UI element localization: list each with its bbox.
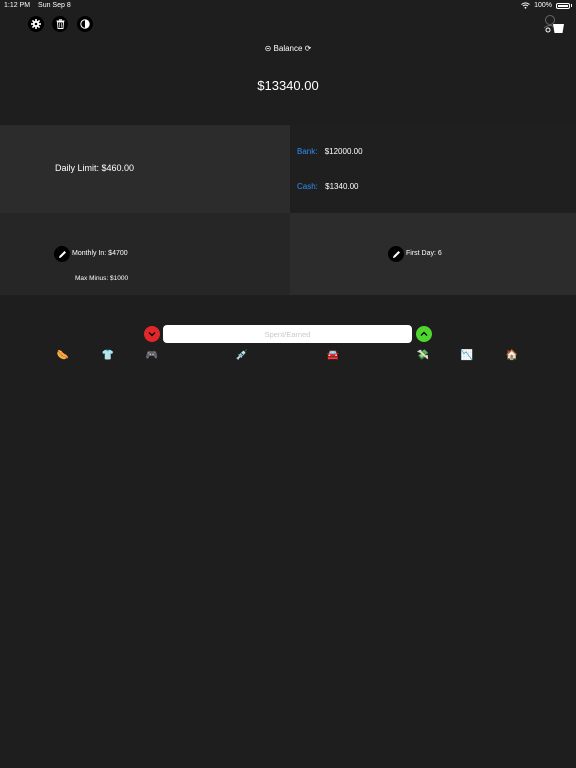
status-time: 1:12 PM	[4, 2, 31, 9]
amount-input[interactable]	[163, 325, 412, 343]
trash-icon[interactable]	[52, 16, 68, 32]
max-minus-text: Max Minus: $1000	[75, 275, 129, 282]
category-health-icon[interactable]: 💉	[235, 348, 249, 362]
gear-icon[interactable]	[28, 16, 44, 32]
entry-row	[0, 325, 576, 343]
status-bar: 1:12 PM Sun Sep 8 100%	[0, 0, 576, 12]
bank-value: $12000.00	[324, 147, 363, 156]
edit-monthly-pencil-icon[interactable]	[54, 246, 70, 262]
contrast-icon[interactable]	[77, 16, 93, 32]
chevron-down-icon	[148, 332, 156, 337]
wifi-icon	[521, 2, 530, 9]
edit-first-day-pencil-icon[interactable]	[388, 246, 404, 262]
balance-value: $13340.00	[257, 78, 319, 93]
category-food-icon[interactable]: 🌭	[56, 348, 70, 362]
category-bar: 🌭 👕 🎮 💉 🚘 💸 📉 🏠	[0, 348, 576, 370]
status-right: 100%	[521, 2, 572, 9]
status-left: 1:12 PM Sun Sep 8	[4, 2, 77, 9]
first-day-panel: First Day: 6	[290, 213, 576, 295]
cart-person-icon[interactable]	[542, 14, 566, 36]
monthly-in-text: Monthly In: $4700	[72, 250, 128, 257]
status-date: Sun Sep 8	[38, 2, 71, 9]
category-money-icon[interactable]: 💸	[416, 348, 430, 362]
chevron-up-icon	[420, 331, 428, 336]
cash-row[interactable]: Cash: $1340.00	[297, 182, 359, 191]
category-stats-icon[interactable]: 📉	[460, 348, 474, 362]
bank-label: Bank:	[297, 147, 318, 156]
category-games-icon[interactable]: 🎮	[145, 348, 159, 362]
bank-row[interactable]: Bank: $12000.00	[297, 147, 363, 156]
cash-label: Cash:	[297, 182, 318, 191]
category-home-icon[interactable]: 🏠	[505, 348, 519, 362]
daily-limit-panel: Daily Limit: $460.00	[0, 125, 290, 213]
battery-percent: 100%	[534, 2, 552, 9]
monthly-panel: Monthly In: $4700 Max Minus: $1000	[0, 213, 290, 295]
category-clothes-icon[interactable]: 👕	[101, 348, 115, 362]
spent-button[interactable]	[144, 326, 160, 342]
battery-icon	[556, 2, 570, 9]
cash-value: $1340.00	[325, 182, 359, 191]
category-transport-icon[interactable]: 🚘	[326, 348, 340, 362]
battery-tip	[571, 4, 572, 7]
earned-button[interactable]	[416, 326, 432, 342]
accounts-panel: Bank: $12000.00 Cash: $1340.00	[290, 125, 576, 213]
balance-label[interactable]: ⊝ Balance ⟳	[0, 44, 576, 53]
daily-limit-text: Daily Limit: $460.00	[55, 163, 135, 173]
first-day-text: First Day: 6	[406, 250, 442, 257]
